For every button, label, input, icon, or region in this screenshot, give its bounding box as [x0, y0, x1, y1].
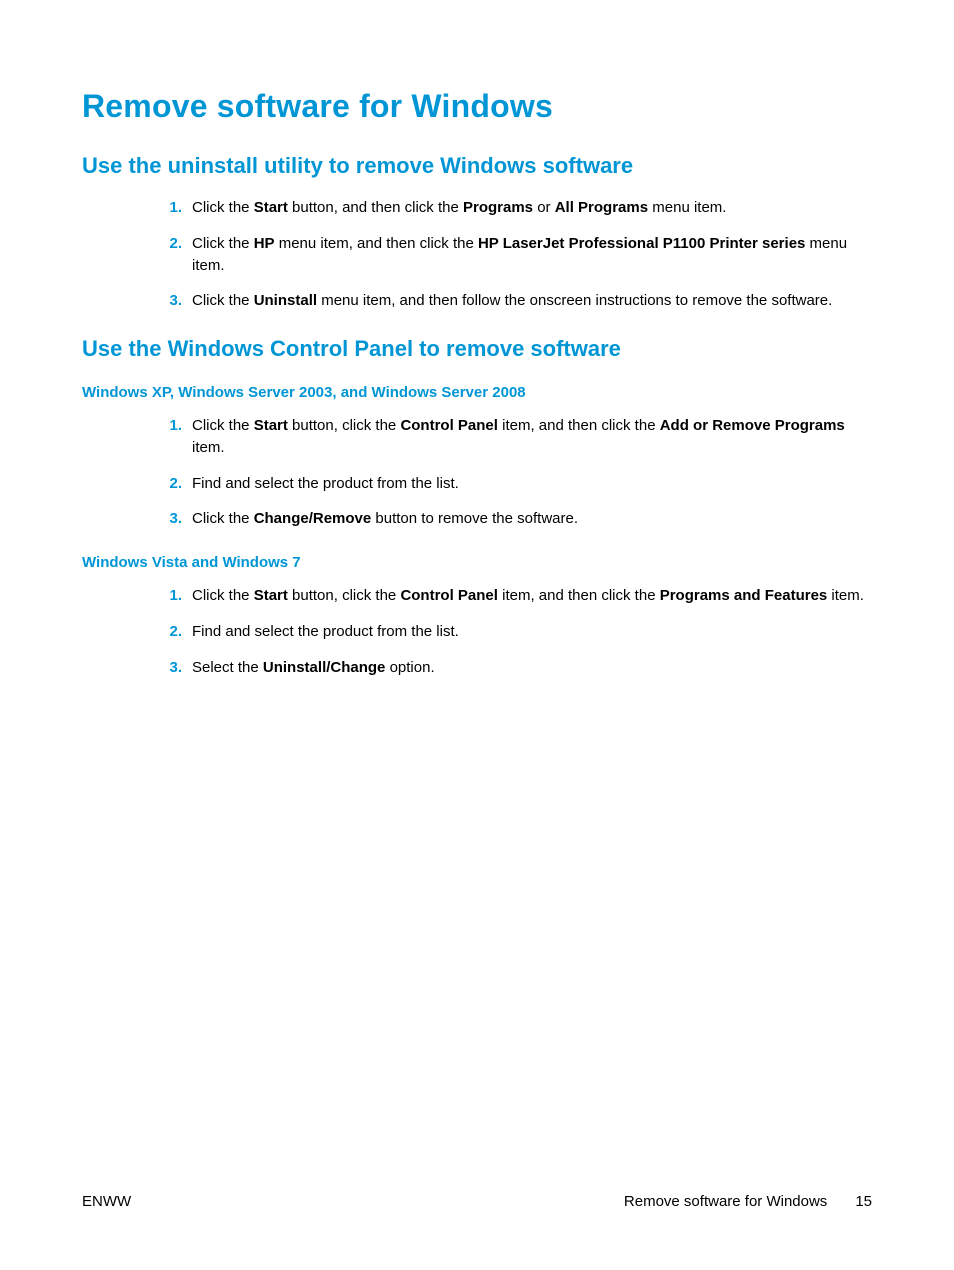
footer-page-number: 15	[855, 1193, 872, 1210]
sub1-steps: Click the Start button, click the Contro…	[82, 415, 872, 530]
list-item: Find and select the product from the lis…	[192, 621, 872, 643]
list-item: Click the Uninstall menu item, and then …	[192, 290, 872, 312]
list-item: Click the Start button, and then click t…	[192, 197, 872, 219]
footer-left-code: ENWW	[82, 1193, 131, 1210]
subsection-heading-xp: Windows XP, Windows Server 2003, and Win…	[82, 384, 872, 401]
list-item: Click the Change/Remove button to remove…	[192, 508, 872, 530]
page-title: Remove software for Windows	[82, 88, 872, 125]
page-footer: ENWW Remove software for Windows 15	[82, 1193, 872, 1210]
list-item: Select the Uninstall/Change option.	[192, 657, 872, 679]
section-heading-uninstall-utility: Use the uninstall utility to remove Wind…	[82, 153, 872, 179]
sub2-steps: Click the Start button, click the Contro…	[82, 585, 872, 678]
footer-section-title: Remove software for Windows	[624, 1193, 827, 1210]
section-heading-control-panel: Use the Windows Control Panel to remove …	[82, 336, 872, 362]
list-item: Click the HP menu item, and then click t…	[192, 233, 872, 277]
subsection-heading-vista: Windows Vista and Windows 7	[82, 554, 872, 571]
section1-steps: Click the Start button, and then click t…	[82, 197, 872, 312]
list-item: Find and select the product from the lis…	[192, 473, 872, 495]
document-page: Remove software for Windows Use the unin…	[0, 0, 954, 1270]
list-item: Click the Start button, click the Contro…	[192, 585, 872, 607]
list-item: Click the Start button, click the Contro…	[192, 415, 872, 459]
footer-right: Remove software for Windows 15	[624, 1193, 872, 1210]
